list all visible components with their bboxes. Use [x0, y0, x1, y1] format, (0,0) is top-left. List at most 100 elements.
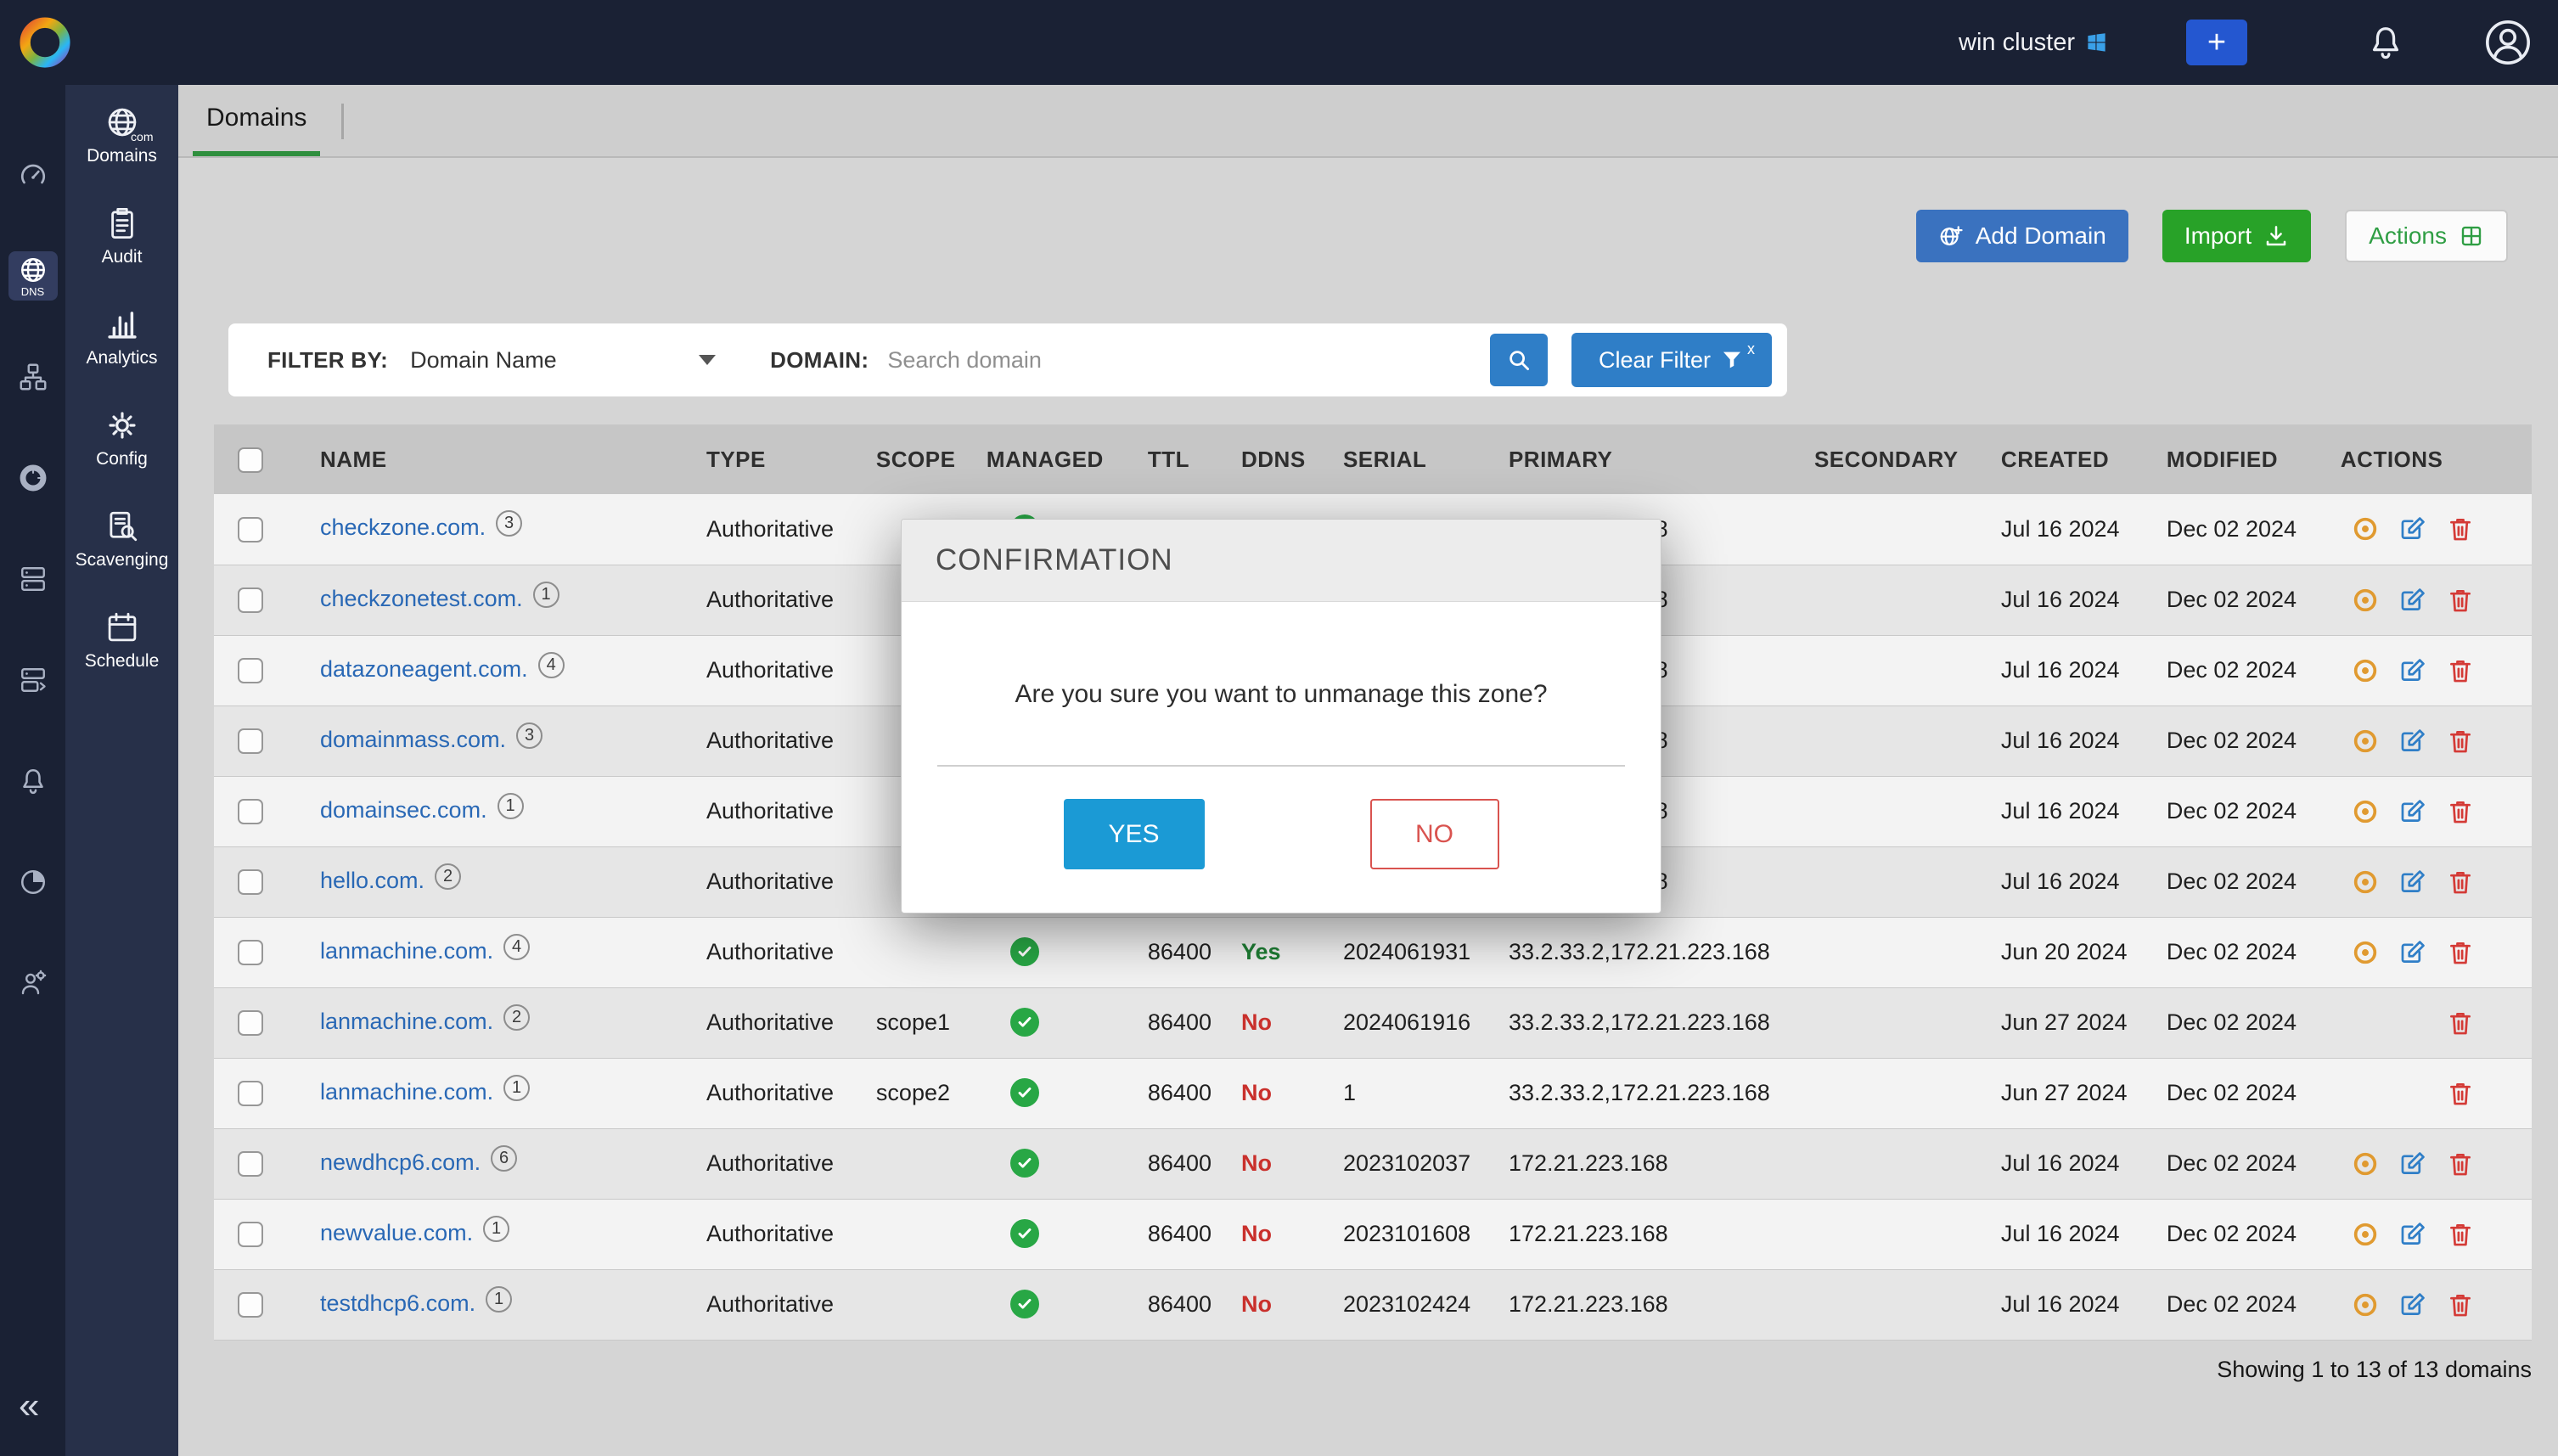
unmanage-icon[interactable]	[2348, 512, 2382, 546]
col-type[interactable]: TYPE	[677, 424, 846, 494]
domain-link[interactable]: lanmachine.com.	[320, 1079, 493, 1105]
unmanage-icon[interactable]	[2348, 936, 2382, 970]
no-button[interactable]: NO	[1370, 799, 1499, 869]
col-name[interactable]: NAME	[290, 424, 677, 494]
unmanage-icon[interactable]	[2348, 1147, 2382, 1181]
quick-add-button[interactable]: +	[2186, 20, 2247, 65]
row-checkbox[interactable]	[238, 587, 263, 613]
unmanage-icon[interactable]	[2348, 865, 2382, 899]
unmanage-icon[interactable]	[2348, 1217, 2382, 1251]
sidebar-item-schedule[interactable]: Schedule	[65, 590, 178, 691]
col-primary[interactable]: PRIMARY	[1479, 424, 1785, 494]
edit-icon[interactable]	[2396, 1147, 2430, 1181]
unmanage-icon[interactable]	[2348, 583, 2382, 617]
edit-icon[interactable]	[2396, 583, 2430, 617]
domain-link[interactable]: hello.com.	[320, 868, 424, 893]
row-checkbox[interactable]	[238, 1010, 263, 1036]
sidebar-item-scavenging[interactable]: Scavenging	[65, 489, 178, 590]
add-domain-button[interactable]: Add Domain	[1916, 210, 2128, 262]
col-ttl[interactable]: TTL	[1118, 424, 1212, 494]
delete-icon[interactable]	[2443, 654, 2477, 688]
delete-icon[interactable]	[2443, 795, 2477, 829]
unmanage-icon[interactable]	[2348, 795, 2382, 829]
row-checkbox[interactable]	[238, 1081, 263, 1106]
domain-link[interactable]: domainsec.com.	[320, 797, 487, 823]
domain-link[interactable]: testdhcp6.com.	[320, 1290, 475, 1316]
row-checkbox[interactable]	[238, 1151, 263, 1177]
delete-icon[interactable]	[2443, 936, 2477, 970]
notifications-bell-icon[interactable]	[2366, 23, 2405, 62]
domain-link[interactable]: lanmachine.com.	[320, 938, 493, 964]
delete-icon[interactable]	[2443, 1147, 2477, 1181]
import-button[interactable]: Import	[2162, 210, 2311, 262]
col-ddns[interactable]: DDNS	[1212, 424, 1313, 494]
row-checkbox[interactable]	[238, 940, 263, 965]
dashboard-nav-icon[interactable]	[8, 150, 58, 200]
delete-icon[interactable]	[2443, 1006, 2477, 1040]
delete-icon[interactable]	[2443, 1077, 2477, 1110]
delete-icon[interactable]	[2443, 1217, 2477, 1251]
col-managed[interactable]: MANAGED	[957, 424, 1118, 494]
unmanage-icon[interactable]	[2348, 654, 2382, 688]
row-checkbox[interactable]	[238, 1292, 263, 1318]
row-checkbox[interactable]	[238, 799, 263, 824]
managed-check-icon	[1010, 937, 1039, 966]
collapse-sidebar-button[interactable]: «	[19, 1385, 39, 1427]
row-checkbox[interactable]	[238, 1222, 263, 1247]
yes-button[interactable]: YES	[1064, 799, 1205, 869]
dns-nav-icon[interactable]: DNS	[8, 251, 58, 301]
col-created[interactable]: CREATED	[1971, 424, 2137, 494]
row-checkbox[interactable]	[238, 517, 263, 542]
sidebar-item-domains[interactable]: comDomains	[65, 85, 178, 186]
user-avatar-icon[interactable]	[2483, 18, 2533, 67]
row-checkbox[interactable]	[238, 658, 263, 683]
dns-server-nav-icon[interactable]	[8, 655, 58, 705]
col-secondary[interactable]: SECONDARY	[1785, 424, 1971, 494]
edit-icon[interactable]	[2396, 724, 2430, 758]
dhcp-server-nav-icon[interactable]	[8, 554, 58, 604]
ipam-nav-icon[interactable]	[8, 352, 58, 402]
domain-link[interactable]: lanmachine.com.	[320, 1009, 493, 1034]
alerts-nav-icon[interactable]	[8, 756, 58, 806]
delete-icon[interactable]	[2443, 512, 2477, 546]
row-checkbox[interactable]	[238, 869, 263, 895]
domain-link[interactable]: checkzone.com.	[320, 514, 486, 540]
reports-nav-icon[interactable]	[8, 857, 58, 907]
edit-icon[interactable]	[2396, 654, 2430, 688]
delete-icon[interactable]	[2443, 1288, 2477, 1322]
edit-icon[interactable]	[2396, 795, 2430, 829]
actions-button[interactable]: Actions	[2345, 210, 2508, 262]
sidebar-item-config[interactable]: Config	[65, 388, 178, 489]
edit-icon[interactable]	[2396, 512, 2430, 546]
unmanage-icon[interactable]	[2348, 724, 2382, 758]
domain-link[interactable]: newvalue.com.	[320, 1220, 473, 1245]
select-all-checkbox[interactable]	[238, 447, 263, 473]
domain-link[interactable]: datazoneagent.com.	[320, 656, 528, 682]
sidebar-item-audit[interactable]: Audit	[65, 186, 178, 287]
edit-icon[interactable]	[2396, 1288, 2430, 1322]
search-button[interactable]	[1490, 334, 1548, 386]
domain-link[interactable]: domainmass.com.	[320, 727, 506, 752]
unmanage-icon[interactable]	[2348, 1288, 2382, 1322]
edit-icon[interactable]	[2396, 936, 2430, 970]
col-actions[interactable]: ACTIONS	[2311, 424, 2532, 494]
col-modified[interactable]: MODIFIED	[2137, 424, 2311, 494]
cluster-selector[interactable]: win cluster	[1959, 29, 2075, 57]
edit-icon[interactable]	[2396, 865, 2430, 899]
col-scope[interactable]: SCOPE	[846, 424, 957, 494]
domain-link[interactable]: newdhcp6.com.	[320, 1150, 481, 1175]
delete-icon[interactable]	[2443, 583, 2477, 617]
clear-filter-button[interactable]: Clear Filter x	[1571, 333, 1772, 387]
delete-icon[interactable]	[2443, 865, 2477, 899]
col-serial[interactable]: SERIAL	[1313, 424, 1479, 494]
administration-nav-icon[interactable]	[8, 958, 58, 1008]
edit-icon[interactable]	[2396, 1217, 2430, 1251]
domain-link[interactable]: checkzonetest.com.	[320, 586, 523, 611]
row-checkbox[interactable]	[238, 728, 263, 754]
search-input[interactable]	[887, 334, 1414, 385]
filter-by-dropdown[interactable]: Domain Name	[410, 347, 716, 374]
analytics-nav-icon[interactable]	[8, 453, 58, 503]
tab-domains[interactable]: Domains	[193, 85, 320, 156]
sidebar-item-analytics[interactable]: Analytics	[65, 287, 178, 388]
delete-icon[interactable]	[2443, 724, 2477, 758]
